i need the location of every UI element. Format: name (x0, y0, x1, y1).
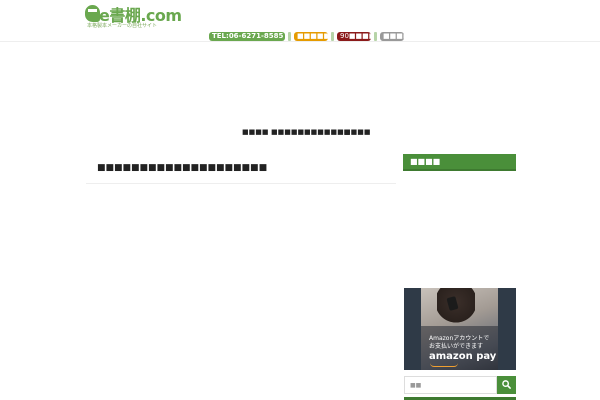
badge-separator (374, 32, 377, 41)
banner-line-2: お支払いができます (429, 343, 484, 350)
sidebar-heading-label: ■■■■ (410, 157, 441, 166)
nav-item-2[interactable]: ■■■■■ (271, 128, 304, 136)
sidebar-search (404, 376, 516, 394)
site-header: e書棚.com 本格製本メーカーの自社サイト TEL:06-6271-8585 … (0, 0, 600, 42)
sidebar-heading: ■■■■ (403, 154, 516, 171)
badge-separator (288, 32, 291, 41)
search-button[interactable] (497, 376, 516, 394)
page-title: ■■■■■■■■■■■■■■■■■■■■ (97, 163, 268, 173)
nav-item-4[interactable]: ■■■■ (344, 128, 370, 136)
site-logo[interactable]: e書棚.com 本格製本メーカーの自社サイト (85, 4, 195, 30)
title-divider (86, 183, 396, 184)
amazon-pay-logo: amazon pay (429, 351, 497, 362)
search-input[interactable] (404, 376, 497, 394)
badge-separator (331, 32, 334, 41)
red-badge[interactable]: 90■■■■ (337, 32, 371, 41)
amazon-pay-banner[interactable]: Amazonアカウントで お支払いができます amazon pay (404, 288, 516, 370)
amazon-smile-icon (430, 363, 458, 367)
header-badges: TEL:06-6271-8585 ■■■■■■ 90■■■■ ■■■■ (209, 32, 404, 41)
search-icon (502, 380, 511, 389)
banner-photo: Amazonアカウントで お支払いができます amazon pay (421, 288, 498, 370)
tel-badge[interactable]: TEL:06-6271-8585 (209, 32, 285, 41)
logo-tagline: 本格製本メーカーの自社サイト (87, 23, 158, 29)
nav-item-1[interactable]: ■■■■ (242, 128, 268, 136)
orange-badge[interactable]: ■■■■■■ (294, 32, 328, 41)
gray-badge[interactable]: ■■■■ (380, 32, 404, 41)
main-nav: ■■■■ ■■■■■ ■■■■■■■ ■■■■ (0, 128, 600, 144)
logo-e-icon (85, 5, 100, 22)
